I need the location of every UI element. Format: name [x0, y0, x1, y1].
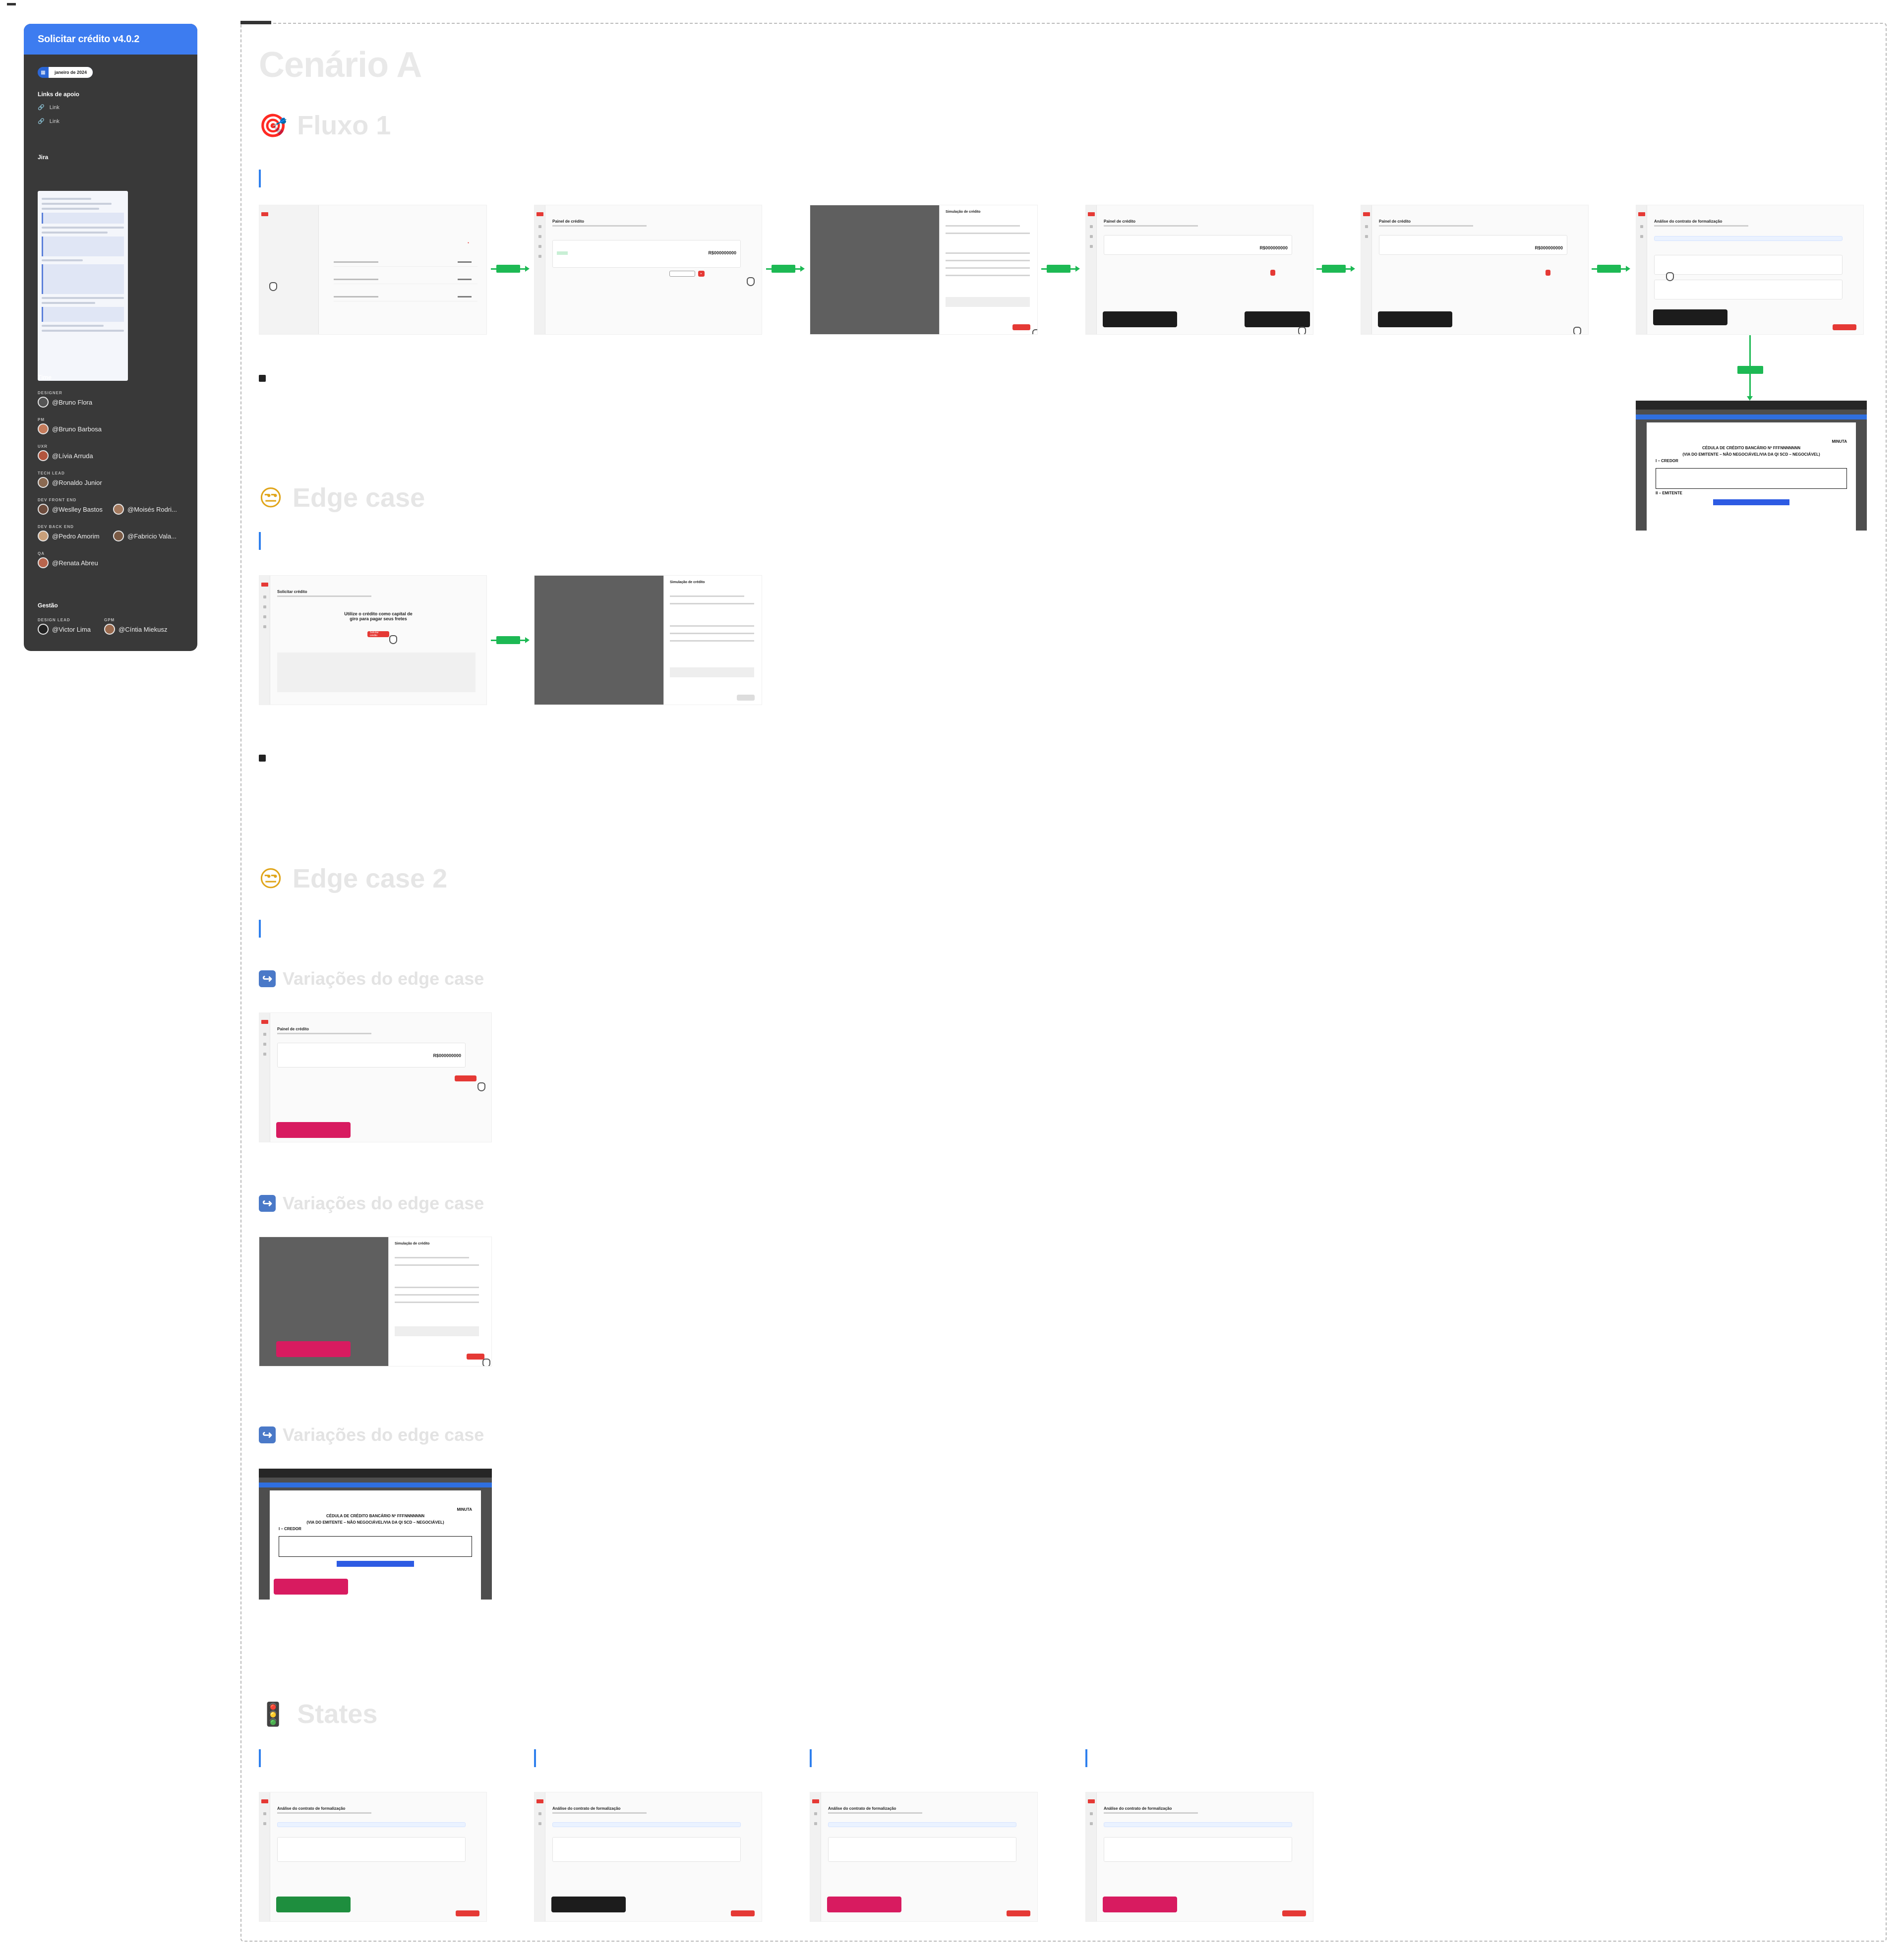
state-screen-error[interactable]: Análise do contrato de formalização — [810, 1792, 1038, 1922]
team-member[interactable]: @Moisés Rodri... — [113, 504, 177, 515]
section-marker — [1085, 1749, 1087, 1767]
screen-panel-toast[interactable]: Painel de crédito R$000000000 — [1085, 205, 1313, 335]
avatar — [38, 557, 49, 568]
avatar — [113, 531, 124, 541]
screen-panel-success[interactable]: Painel de crédito R$000000000 — [1361, 205, 1589, 335]
section-marker — [534, 1749, 536, 1767]
return-arrow-icon: ↪ — [259, 1426, 276, 1443]
avatar — [38, 504, 49, 515]
section-flow-1: 🎯 Fluxo 1 — [259, 111, 391, 140]
flow-arrow-down — [1737, 335, 1763, 401]
avatar — [104, 624, 115, 635]
role-label: DEV FRONT END — [38, 498, 77, 502]
screen-variation-panel-error[interactable]: Painel de crédito R$000000000 — [259, 1012, 492, 1142]
role-label: TECH LEAD — [38, 471, 65, 475]
jira-ticket-preview[interactable] — [38, 191, 128, 381]
section-states: 🚦 States — [259, 1699, 378, 1729]
team-member[interactable]: @Pedro Amorim — [38, 531, 100, 541]
unamused-face-icon: 😒 — [259, 865, 283, 892]
flow-arrow — [1316, 265, 1355, 273]
comment-marker[interactable] — [259, 375, 266, 382]
screen-contract-document[interactable]: MINUTA CÉDULA DE CRÉDITO BANCÁRIO Nº FFF… — [1636, 401, 1867, 531]
support-link-1[interactable]: 🔗 Link — [38, 104, 60, 111]
state-screen-info[interactable]: Análise do contrato de formalização — [534, 1792, 762, 1922]
date-badge: ▦ janeiro de 2024 — [38, 67, 93, 78]
screen-variation-simulation-error[interactable]: Simulação de crédito — [259, 1237, 492, 1366]
role-label: PM — [38, 417, 45, 422]
role-label: DESIGNER — [38, 391, 62, 395]
role-label: GPM — [104, 618, 115, 622]
flow-arrow — [491, 265, 530, 273]
support-link-2[interactable]: 🔗 Link — [38, 118, 60, 125]
section-marker — [259, 170, 261, 187]
screen-variation-contract-error[interactable]: MINUTA CÉDULA DE CRÉDITO BANCÁRIO Nº FFF… — [259, 1469, 492, 1600]
team-member[interactable]: @Bruno Barbosa — [38, 423, 102, 434]
variation-title-1: ↪ Variações do edge case — [259, 968, 484, 989]
section-edge-case: 😒 Edge case — [259, 483, 425, 513]
variation-title-3: ↪ Variações do edge case — [259, 1425, 484, 1445]
screen-credit-simulation[interactable]: Simulação de crédito — [810, 205, 1038, 335]
screen-request-credit-hero[interactable]: Solicitar crédito Utilize o crédito como… — [259, 575, 487, 705]
traffic-light-icon: 🚦 — [259, 1700, 288, 1727]
variation-title-2: ↪ Variações do edge case — [259, 1193, 484, 1214]
section-marker — [259, 1749, 261, 1767]
scenario-title: Cenário A — [259, 45, 422, 85]
flow-arrow — [1041, 265, 1080, 273]
flow-arrow — [766, 265, 805, 273]
state-screen-success[interactable]: Análise do contrato de formalização — [259, 1792, 487, 1922]
flow-arrow — [491, 636, 530, 644]
unamused-face-icon: 😒 — [259, 484, 283, 511]
project-info-card: Solicitar crédito v4.0.2 ▦ janeiro de 20… — [24, 24, 197, 651]
section-marker — [259, 532, 261, 550]
links-title: Links de apoio — [38, 91, 80, 98]
role-label: DESIGN LEAD — [38, 618, 70, 622]
screen-credit-panel[interactable]: Painel de crédito R$000000000 ▸ — [534, 205, 762, 335]
state-screen-error-alt[interactable]: Análise do contrato de formalização — [1085, 1792, 1313, 1922]
avatar — [38, 397, 49, 408]
avatar — [38, 624, 49, 635]
avatar — [38, 531, 49, 541]
frame-marker — [7, 3, 16, 5]
calendar-icon: ▦ — [38, 67, 49, 78]
screen-simulation-edge[interactable]: Simulação de crédito — [534, 575, 762, 705]
section-marker — [259, 920, 261, 938]
team-member[interactable]: @Lívia Arruda — [38, 450, 93, 461]
jira-title: Jira — [38, 154, 49, 161]
project-title: Solicitar crédito v4.0.2 — [24, 24, 197, 55]
team-member[interactable]: @Ronaldo Junior — [38, 477, 102, 488]
team-member[interactable]: @Bruno Flora — [38, 397, 92, 408]
section-marker — [810, 1749, 812, 1767]
section-edge-case-2: 😒 Edge case 2 — [259, 864, 448, 893]
link-icon: 🔗 — [38, 105, 45, 111]
role-label: QA — [38, 551, 45, 556]
avatar — [38, 423, 49, 434]
return-arrow-icon: ↪ — [259, 1195, 276, 1212]
avatar — [38, 477, 49, 488]
role-label: DEV BACK END — [38, 525, 74, 529]
avatar — [113, 504, 124, 515]
team-member[interactable]: @Cíntia Miekusz — [104, 624, 167, 635]
target-icon: 🎯 — [259, 112, 288, 139]
role-label: UXR — [38, 444, 48, 449]
flow-arrow — [1592, 265, 1630, 273]
link-icon: 🔗 — [38, 119, 45, 124]
screen-contract-analysis[interactable]: Análise do contrato de formalização — [1636, 205, 1864, 335]
team-member[interactable]: @Victor Lima — [38, 624, 91, 635]
comment-marker[interactable] — [259, 755, 266, 762]
avatar — [38, 450, 49, 461]
team-title: Time — [38, 374, 52, 381]
canvas-label-tab — [240, 21, 271, 24]
management-title: Gestão — [38, 602, 58, 609]
return-arrow-icon: ↪ — [259, 970, 276, 987]
team-member[interactable]: @Renata Abreu — [38, 557, 98, 568]
team-member[interactable]: @Fabricio Vala... — [113, 531, 177, 541]
team-member[interactable]: @Weslley Bastos — [38, 504, 103, 515]
screen-request-list[interactable]: ● — [259, 205, 487, 335]
